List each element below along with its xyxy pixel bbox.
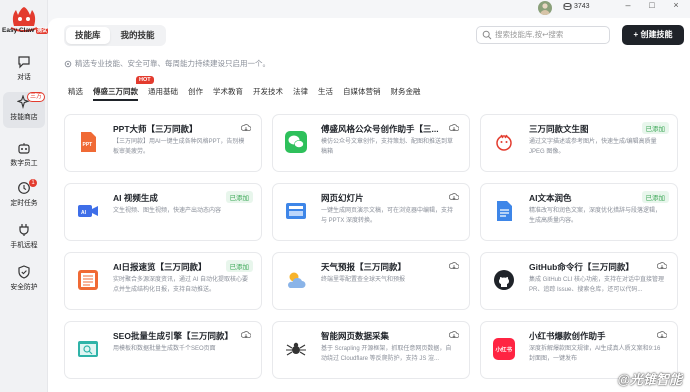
added-badge: 已添加 — [641, 191, 669, 203]
skill-card[interactable]: 智能网页数据采集 基于 Scrapling 开源框架，抓取任意网页数据，自动绕过… — [272, 321, 470, 379]
category-tab[interactable]: 学术教育 — [208, 86, 248, 98]
skill-card[interactable]: AI日报速览【三万同款】 实时聚合多源深度资讯，通过 AI 自动化提取核心要点并… — [64, 252, 262, 310]
coin-icon — [563, 2, 572, 11]
search-icon — [482, 30, 492, 40]
app-name: Easy Claw 测试 — [2, 27, 48, 34]
download-icon[interactable] — [449, 261, 459, 271]
download-icon[interactable] — [241, 123, 251, 133]
category-tab[interactable]: 开发技术 — [248, 86, 288, 98]
category-tab[interactable]: 自媒体营销 — [338, 86, 386, 98]
added-badge: 已添加 — [641, 122, 669, 134]
download-icon[interactable] — [449, 123, 459, 133]
search-placeholder: 搜索技能库,按↩搜索 — [495, 30, 564, 39]
sidebar: Easy Claw 测试 对话 技能商店 三方 数字员工 定时任务 1 手机远程… — [0, 0, 48, 392]
category-tab-active[interactable]: 傅盛三万同款 — [88, 86, 143, 101]
skill-card[interactable]: 网页幻灯片 一键生成网页演示文稿，可在浏览器中编辑，支持与 PPTX 深度转换。 — [272, 183, 470, 241]
download-icon[interactable] — [449, 192, 459, 202]
download-icon[interactable] — [657, 261, 667, 271]
watermark: @光锥智能 — [617, 372, 682, 387]
credits-display[interactable]: 3743 — [563, 2, 590, 11]
added-badge: 已添加 — [225, 260, 253, 272]
download-icon[interactable] — [449, 330, 459, 340]
spider-icon — [286, 342, 306, 356]
plug-icon — [19, 224, 29, 236]
hot-badge: HOT — [136, 76, 154, 84]
gear-icon — [64, 60, 72, 67]
seo-icon — [78, 341, 98, 357]
doc-icon — [497, 201, 512, 221]
tab-my-skills[interactable]: 我的技能 — [112, 27, 164, 44]
credits-value: 3743 — [574, 3, 590, 10]
category-tab[interactable]: 生活 — [313, 86, 338, 98]
bot-icon — [18, 143, 30, 154]
svg-text:PPT: PPT — [83, 142, 93, 148]
svg-text:AI: AI — [81, 210, 87, 216]
category-tab[interactable]: 法律 — [288, 86, 313, 98]
user-avatar[interactable] — [538, 1, 552, 15]
create-skill-button[interactable]: + 创建技能 — [622, 25, 684, 45]
skill-card[interactable]: PPT PPT大师【三万同款】 【三万同款】用AI一键生成各种风格PPT，告别模… — [64, 114, 262, 172]
sidebar-item-mobile-remote[interactable]: 手机远程 — [3, 220, 45, 256]
shield-icon — [18, 265, 30, 279]
sidebar-item-skill-store[interactable]: 技能商店 三方 — [3, 92, 45, 128]
skill-card[interactable]: AI文本润色 精准改写和润色文案，深度优化措辞与段落逻辑，生成高质量内容。 已添… — [480, 183, 678, 241]
category-tab[interactable]: 创作 — [183, 86, 208, 98]
ppt-icon: PPT — [81, 132, 96, 152]
category-tab[interactable]: 通用基础 — [143, 86, 183, 98]
main-panel: 技能库 我的技能 搜索技能库,按↩搜索 + 创建技能 精选专业技能、安全可靠、每… — [48, 18, 690, 392]
sidebar-item-digital-staff[interactable]: 数字员工 — [3, 138, 45, 174]
hint-text: 精选专业技能、安全可靠、每周能力持续建设只启用一个。 — [64, 58, 270, 69]
skill-card[interactable]: GitHub命令行【三万同款】 集成 GitHub CLI 核心功能，支持在对话… — [480, 252, 678, 310]
skill-card[interactable]: 三万同款文生图 通过文字描述或参考图片，快速生成/编辑高质量 JPEG 图像。 … — [480, 114, 678, 172]
category-tab[interactable]: 精选 — [63, 86, 88, 98]
slides-icon — [286, 203, 306, 219]
scheduled-tasks-badge: 1 — [29, 179, 37, 187]
skill-card[interactable]: AI AI 视频生成 文生视频、图生视频，快速产出动态内容 已添加 — [64, 183, 262, 241]
category-tab[interactable]: 财务金融 — [386, 86, 426, 98]
sidebar-item-chat[interactable]: 对话 — [3, 52, 45, 88]
video-icon: AI — [78, 205, 98, 217]
chat-icon — [18, 56, 30, 69]
sidebar-item-security[interactable]: 安全防护 — [3, 262, 45, 298]
skill-card[interactable]: 天气预报【三万同款】 终端里零配置查全球天气和预报 — [272, 252, 470, 310]
svg-text:小红书: 小红书 — [496, 346, 513, 354]
close-icon[interactable]: × — [670, 0, 682, 10]
category-tabs: 精选 傅盛三万同款 通用基础 创作 学术教育 开发技术 法律 生活 自媒体营销 … — [63, 86, 426, 101]
github-icon — [494, 270, 514, 290]
wechat-icon — [285, 131, 307, 153]
maximize-icon[interactable]: □ — [646, 0, 658, 10]
minimize-icon[interactable]: – — [622, 0, 634, 10]
skill-card[interactable]: SEO批量生成引擎【三万同款】 用模板和数据批量生成数千个SEO页面 — [64, 321, 262, 379]
added-badge: 已添加 — [225, 191, 253, 203]
image-gen-icon — [496, 134, 512, 151]
xhs-icon: 小红书 — [493, 338, 515, 360]
news-icon — [78, 270, 98, 290]
sidebar-item-scheduled-tasks[interactable]: 定时任务 1 — [3, 178, 45, 214]
skill-card[interactable]: 傅盛风格公众号创作助手【三... 模仿公众号文章创作，支持策划、配图和推送到草稿… — [272, 114, 470, 172]
search-input[interactable]: 搜索技能库,按↩搜索 — [476, 26, 610, 44]
tab-switcher: 技能库 我的技能 — [64, 25, 166, 46]
skill-store-badge: 三方 — [26, 92, 45, 102]
download-icon[interactable] — [657, 330, 667, 340]
download-icon[interactable] — [241, 330, 251, 340]
weather-icon — [288, 272, 306, 288]
tab-skill-library[interactable]: 技能库 — [66, 27, 110, 44]
